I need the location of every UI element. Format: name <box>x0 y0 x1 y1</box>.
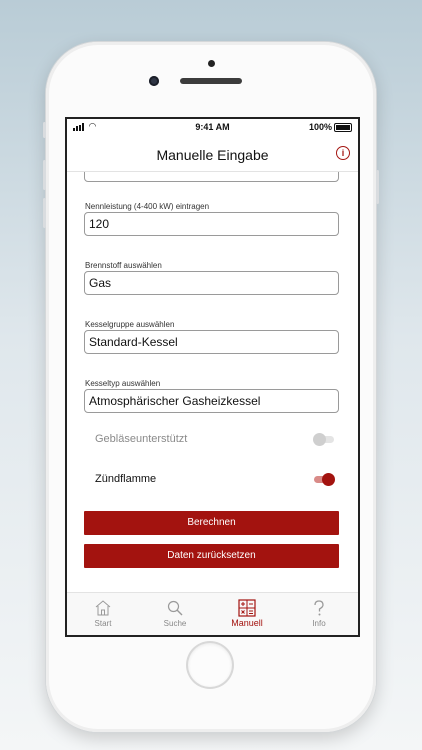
tab-label: Suche <box>163 619 187 628</box>
kesseltyp-label: Kesseltyp auswählen <box>85 379 161 388</box>
front-camera <box>149 76 159 86</box>
nennleistung-label: Nennleistung (4-400 kW) eintragen <box>85 202 210 211</box>
app-screen: ◠ 9:41 AM 100% Manuelle Eingabe i Nennle… <box>65 117 360 637</box>
form-scroll-area[interactable]: Nennleistung (4-400 kW) eintragen 120 Br… <box>67 172 358 591</box>
tab-suche[interactable]: Suche <box>139 593 211 635</box>
mute-switch <box>43 122 46 138</box>
proximity-sensor <box>208 60 215 67</box>
battery-icon <box>334 123 352 132</box>
info-icon[interactable]: i <box>336 146 350 160</box>
zuendflamme-label: Zündflamme <box>95 473 157 485</box>
geblaese-label: Gebläseunterstützt <box>95 433 188 445</box>
kesseltyp-select[interactable]: Atmosphärischer Gasheizkessel <box>84 389 339 413</box>
tab-start[interactable]: Start <box>67 593 139 635</box>
kesselgruppe-select[interactable]: Standard-Kessel <box>84 330 339 354</box>
home-icon <box>95 600 111 616</box>
earpiece-speaker <box>180 78 242 84</box>
volume-down-button <box>43 198 46 228</box>
previous-field-partial[interactable] <box>84 172 339 182</box>
tab-bar: Start Suche Manuell Info <box>67 592 358 635</box>
page-title: Manuelle Eingabe <box>156 147 269 163</box>
zuendflamme-toggle[interactable] <box>313 473 335 487</box>
search-icon <box>167 600 183 616</box>
nav-bar: Manuelle Eingabe i <box>67 135 358 172</box>
calculate-button[interactable]: Berechnen <box>84 511 339 535</box>
volume-up-button <box>43 160 46 190</box>
tab-info[interactable]: Info <box>283 593 355 635</box>
status-bar: ◠ 9:41 AM 100% <box>67 119 358 135</box>
question-icon <box>314 600 324 616</box>
tab-label: Info <box>312 619 326 628</box>
nennleistung-input[interactable]: 120 <box>84 212 339 236</box>
battery-percent: 100% <box>308 122 332 132</box>
calculator-icon <box>238 599 256 617</box>
tab-label: Manuell <box>231 618 263 628</box>
tab-label: Start <box>94 619 112 628</box>
geblaese-row: Gebläseunterstützt <box>95 430 335 450</box>
geblaese-toggle[interactable] <box>313 433 335 447</box>
brennstoff-label: Brennstoff auswählen <box>85 261 162 270</box>
reset-button[interactable]: Daten zurücksetzen <box>84 544 339 568</box>
kesselgruppe-label: Kesselgruppe auswählen <box>85 320 175 329</box>
zuendflamme-row: Zündflamme <box>95 470 335 490</box>
power-button <box>376 170 379 204</box>
tab-manuell[interactable]: Manuell <box>211 593 283 635</box>
brennstoff-select[interactable]: Gas <box>84 271 339 295</box>
home-button[interactable] <box>188 643 232 687</box>
device-frame: ◠ 9:41 AM 100% Manuelle Eingabe i Nennle… <box>43 42 379 732</box>
